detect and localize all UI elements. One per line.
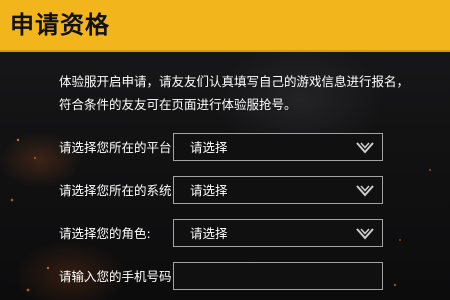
chevron-down-icon bbox=[356, 228, 374, 240]
system-row: 请选择您所在的系统: 请选择 bbox=[0, 176, 450, 206]
platform-select[interactable]: 请选择 bbox=[173, 133, 383, 161]
role-label: 请选择您的角色: bbox=[59, 226, 151, 241]
page-title: 申请资格 bbox=[10, 11, 110, 39]
chevron-down-icon bbox=[356, 185, 374, 197]
system-select[interactable]: 请选择 bbox=[173, 176, 383, 204]
header-bar: 申请资格 bbox=[0, 0, 450, 52]
role-row: 请选择您的角色: 请选择 bbox=[0, 219, 450, 249]
system-label: 请选择您所在的系统: bbox=[59, 183, 176, 198]
phone-input[interactable] bbox=[173, 262, 383, 290]
system-select-value: 请选择 bbox=[190, 183, 228, 198]
phone-row: 请输入您的手机号码: bbox=[0, 262, 450, 292]
role-select-value: 请选择 bbox=[190, 226, 228, 241]
platform-label: 请选择您所在的平台: bbox=[59, 140, 176, 155]
role-select[interactable]: 请选择 bbox=[173, 219, 383, 247]
intro-line-1: 体验服开启申请，请友友们认真填写自己的游戏信息进行报名， bbox=[59, 74, 410, 89]
intro-line-2: 符合条件的友友可在页面进行体验服抢号。 bbox=[59, 97, 297, 112]
intro-text: 体验服开启申请，请友友们认真填写自己的游戏信息进行报名， 符合条件的友友可在页面… bbox=[59, 70, 419, 116]
platform-select-value: 请选择 bbox=[190, 140, 228, 155]
platform-row: 请选择您所在的平台: 请选择 bbox=[0, 133, 450, 163]
chevron-down-icon bbox=[356, 142, 374, 154]
phone-label: 请输入您的手机号码: bbox=[59, 269, 176, 284]
